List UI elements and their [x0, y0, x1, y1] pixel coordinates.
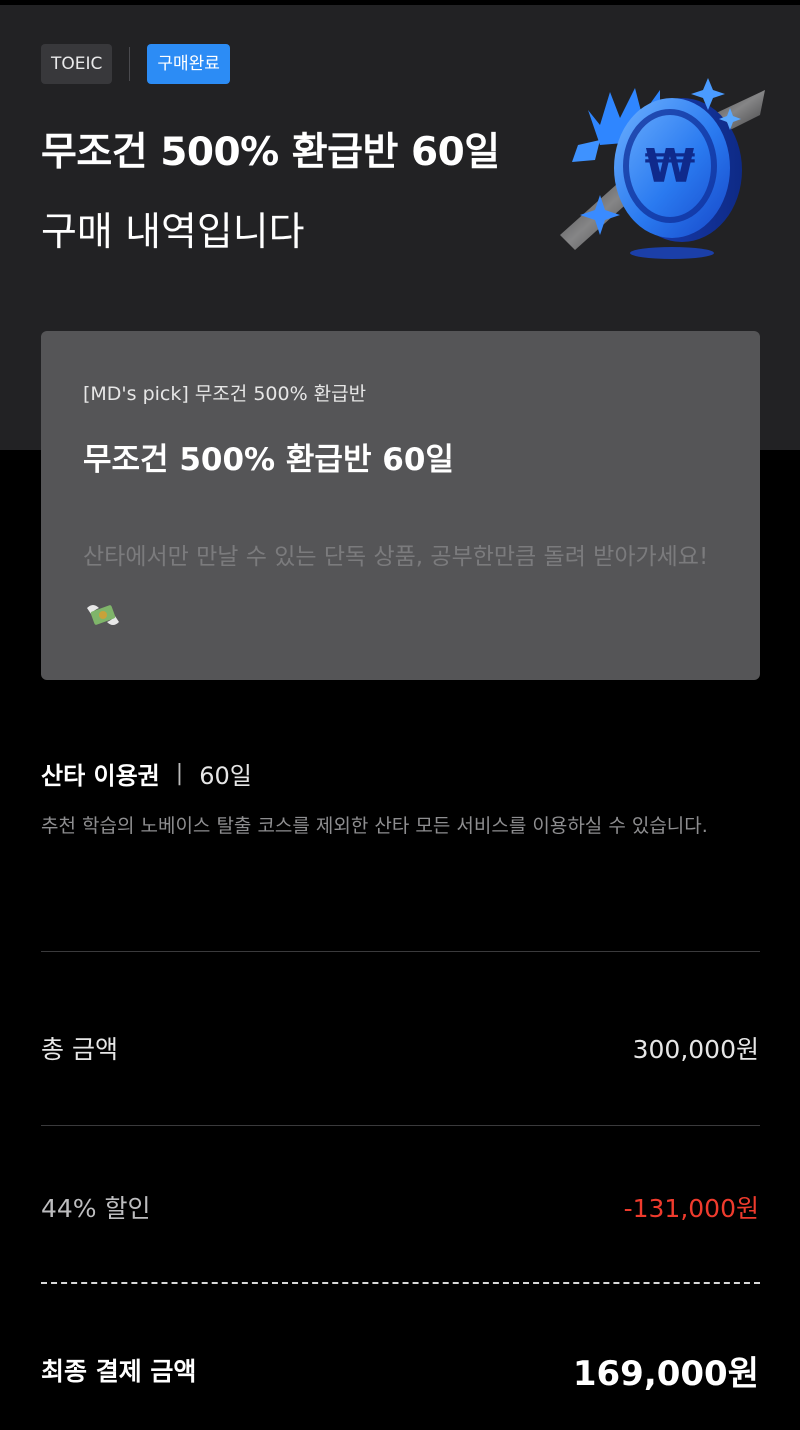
page-title: 무조건 500% 환급반 60일	[41, 130, 500, 175]
plan-description: 추천 학습의 노베이스 탈출 코스를 제외한 산타 모든 서비스를 이용하실 수…	[41, 815, 708, 837]
product-description-text: 산타에서만 만날 수 있는 단독 상품, 공부한만큼 돌려 받아가세요!	[83, 544, 709, 570]
purchase-history-page: TOEIC 구매완료 무조건 500% 환급반 60일 구매 내역입니다 ₩ […	[0, 0, 800, 1430]
product-card: [MD's pick] 무조건 500% 환급반 무조건 500% 환급반 60…	[41, 331, 760, 680]
product-eyebrow: [MD's pick] 무조건 500% 환급반	[83, 383, 367, 405]
total-label: 총 금액	[41, 1035, 118, 1064]
dashed-divider	[41, 1282, 760, 1284]
product-title: 무조건 500% 환급반 60일	[83, 442, 454, 478]
plan-header: 산타 이용권 | 60일	[41, 756, 252, 791]
total-value: 300,000원	[632, 1035, 759, 1064]
status-chip: 구매완료	[147, 44, 230, 84]
svg-text:₩: ₩	[645, 139, 696, 193]
divider	[41, 951, 760, 952]
divider	[41, 1125, 760, 1126]
final-price-value: 169,000원	[572, 1354, 759, 1394]
page-subtitle: 구매 내역입니다	[41, 210, 305, 255]
won-coin-icon: ₩	[560, 78, 765, 259]
product-description: 산타에서만 만날 수 있는 단독 상품, 공부한만큼 돌려 받아가세요!	[83, 529, 723, 643]
discount-value: -131,000원	[623, 1194, 759, 1223]
discount-label: 44% 할인	[41, 1194, 151, 1223]
chip-row: TOEIC 구매완료	[41, 44, 230, 84]
plan-name: 산타 이용권	[41, 762, 160, 790]
subject-chip: TOEIC	[41, 44, 113, 84]
plan-separator: |	[175, 761, 184, 786]
final-price-label: 최종 결제 금액	[41, 1357, 197, 1386]
plan-duration: 60일	[199, 762, 252, 790]
money-with-wings-icon	[87, 604, 119, 625]
chip-divider	[129, 47, 131, 81]
